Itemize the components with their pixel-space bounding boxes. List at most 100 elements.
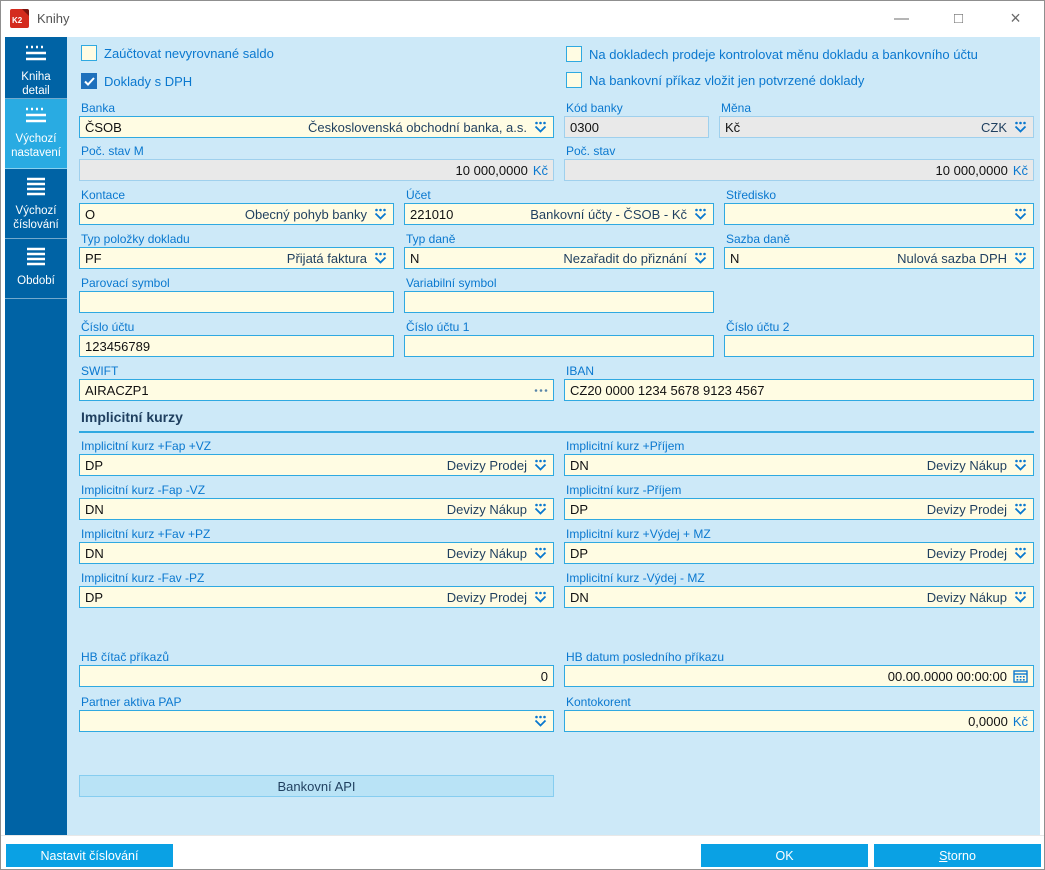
kontace-input[interactable]: O Obecný pohyb banky <box>79 203 394 225</box>
checkbox-unchecked[interactable] <box>566 46 582 62</box>
kontokorent-field-group: Kontokorent 0,0000 Kč <box>564 695 1034 732</box>
dropdown-lookup-icon[interactable] <box>533 503 548 516</box>
kurz-fap-minus-input[interactable]: DN Devizy Nákup <box>79 498 554 520</box>
field-label: Partner aktiva PAP <box>81 695 182 709</box>
field-label: Číslo účtu 1 <box>406 320 470 334</box>
kurz-fap-minus-field-group: Implicitní kurz -Fap -VZ DN Devizy Nákup <box>79 483 554 520</box>
field-label: Typ položky dokladu <box>81 232 190 246</box>
typ-dane-input[interactable]: N Nezařadit do přiznání <box>404 247 714 269</box>
kurz-vydej-minus-field-group: Implicitní kurz -Výdej - MZ DN Devizy Ná… <box>564 571 1034 608</box>
hb-datum-input[interactable]: 00.00.0000 00:00:00 <box>564 665 1034 687</box>
dropdown-lookup-icon[interactable] <box>1013 208 1028 221</box>
checkbox-potvrzene-doklady[interactable]: Na bankovní příkaz vložit jen potvrzené … <box>566 72 864 88</box>
field-label: Poč. stav <box>566 144 616 158</box>
kurz-fav-plus-input[interactable]: DN Devizy Nákup <box>79 542 554 564</box>
checkbox-unchecked[interactable] <box>81 45 97 61</box>
kontokorent-input[interactable]: 0,0000 Kč <box>564 710 1034 732</box>
dropdown-lookup-icon[interactable] <box>693 252 708 265</box>
list-detail-icon <box>21 44 51 67</box>
cislo-uctu-field-group: Číslo účtu 123456789 <box>79 320 394 357</box>
poc-stav-m-input: 10 000,0000 Kč <box>79 159 554 181</box>
typ-polozky-input[interactable]: PF Přijatá faktura <box>79 247 394 269</box>
sidebar: Kniha detail Výchozí nastavení Výchozí č… <box>5 37 67 835</box>
kurz-prijem-minus-input[interactable]: DP Devizy Prodej <box>564 498 1034 520</box>
kurz-prijem-minus-field-group: Implicitní kurz -Příjem DP Devizy Prodej <box>564 483 1034 520</box>
dropdown-lookup-icon[interactable] <box>533 121 548 134</box>
dropdown-lookup-icon[interactable] <box>1013 459 1028 472</box>
sidebar-item-label: Výchozí nastavení <box>11 133 61 159</box>
sazba-dane-input[interactable]: N Nulová sazba DPH <box>724 247 1034 269</box>
dropdown-lookup-icon[interactable] <box>1013 121 1028 134</box>
ellipsis-icon[interactable] <box>534 388 548 393</box>
field-label: Číslo účtu <box>81 320 135 334</box>
dropdown-lookup-icon[interactable] <box>1013 503 1028 516</box>
stredisko-input[interactable] <box>724 203 1034 225</box>
field-label: Variabilní symbol <box>406 276 497 290</box>
close-button[interactable]: × <box>987 1 1044 36</box>
field-label: Poč. stav M <box>81 144 144 158</box>
dropdown-lookup-icon[interactable] <box>1013 591 1028 604</box>
ok-button[interactable]: OK <box>701 844 868 867</box>
cislo-uctu-input[interactable]: 123456789 <box>79 335 394 357</box>
cislo-uctu-2-input[interactable] <box>724 335 1034 357</box>
checkbox-zauctovat-saldo[interactable]: Zaúčtovat nevyrovnané saldo <box>81 45 274 61</box>
sidebar-item-kniha-detail[interactable]: Kniha detail <box>5 37 67 99</box>
swift-input[interactable]: AIRACZP1 <box>79 379 554 401</box>
checkbox-unchecked[interactable] <box>566 72 582 88</box>
kod-banky-input: 0300 <box>564 116 709 138</box>
dropdown-lookup-icon[interactable] <box>373 208 388 221</box>
dropdown-lookup-icon[interactable] <box>693 208 708 221</box>
checkbox-checked[interactable] <box>81 73 97 89</box>
kod-banky-field-group: Kód banky 0300 <box>564 101 709 138</box>
bankovni-api-button[interactable]: Bankovní API <box>79 775 554 797</box>
checkbox-doklady-dph[interactable]: Doklady s DPH <box>81 73 192 89</box>
banka-input[interactable]: ČSOB Československá obchodní banka, a.s. <box>79 116 554 138</box>
window-body: Kniha detail Výchozí nastavení Výchozí č… <box>1 36 1044 835</box>
maximize-button[interactable]: □ <box>930 1 987 36</box>
hb-citac-input[interactable]: 0 <box>79 665 554 687</box>
field-label: Účet <box>406 188 431 202</box>
kurz-fap-plus-field-group: Implicitní kurz +Fap +VZ DP Devizy Prode… <box>79 439 554 476</box>
typ-dane-field-group: Typ daně N Nezařadit do přiznání <box>404 232 714 269</box>
ucet-field-group: Účet 221010 Bankovní účty - ČSOB - Kč <box>404 188 714 225</box>
menu-lines-icon <box>21 176 51 201</box>
dropdown-lookup-icon[interactable] <box>533 715 548 728</box>
sidebar-item-obdobi[interactable]: Období <box>5 239 67 299</box>
dropdown-lookup-icon[interactable] <box>373 252 388 265</box>
dropdown-lookup-icon[interactable] <box>533 547 548 560</box>
field-label: Implicitní kurz -Příjem <box>566 483 682 497</box>
minimize-button[interactable]: — <box>873 1 930 36</box>
dropdown-lookup-icon[interactable] <box>1013 252 1028 265</box>
kurz-fap-plus-input[interactable]: DP Devizy Prodej <box>79 454 554 476</box>
kurz-fav-minus-input[interactable]: DP Devizy Prodej <box>79 586 554 608</box>
parovaci-symbol-field-group: Parovací symbol <box>79 276 394 313</box>
kurz-prijem-plus-input[interactable]: DN Devizy Nákup <box>564 454 1034 476</box>
list-detail-icon <box>21 106 51 129</box>
checkbox-kontrola-meny[interactable]: Na dokladech prodeje kontrolovat měnu do… <box>566 46 978 62</box>
dropdown-lookup-icon[interactable] <box>533 591 548 604</box>
partner-pap-field-group: Partner aktiva PAP <box>79 695 554 732</box>
calendar-icon[interactable] <box>1013 669 1028 683</box>
nastavit-cislovani-button[interactable]: Nastavit číslování <box>6 844 173 867</box>
iban-input[interactable]: CZ20 0000 1234 5678 9123 4567 <box>564 379 1034 401</box>
dropdown-lookup-icon[interactable] <box>533 459 548 472</box>
variabilni-symbol-input[interactable] <box>404 291 714 313</box>
sidebar-item-vychozi-nastaveni[interactable]: Výchozí nastavení <box>5 99 67 169</box>
sidebar-item-vychozi-cislovani[interactable]: Výchozí číslování <box>5 169 67 239</box>
parovaci-symbol-input[interactable] <box>79 291 394 313</box>
banka-field-group: Banka ČSOB Československá obchodní banka… <box>79 101 554 138</box>
kurz-vydej-minus-input[interactable]: DN Devizy Nákup <box>564 586 1034 608</box>
cislo-uctu-1-input[interactable] <box>404 335 714 357</box>
field-label: IBAN <box>566 364 595 378</box>
kurz-vydej-plus-input[interactable]: DP Devizy Prodej <box>564 542 1034 564</box>
sidebar-filler <box>5 299 67 835</box>
partner-pap-input[interactable] <box>79 710 554 732</box>
dropdown-lookup-icon[interactable] <box>1013 547 1028 560</box>
storno-button[interactable]: Storno <box>874 844 1041 867</box>
ucet-input[interactable]: 221010 Bankovní účty - ČSOB - Kč <box>404 203 714 225</box>
cislo-uctu-2-field-group: Číslo účtu 2 <box>724 320 1034 357</box>
field-label: Implicitní kurz +Příjem <box>566 439 685 453</box>
app-window: K2 Knihy — □ × Kniha detail Výchozí nast… <box>0 0 1045 870</box>
sidebar-item-label: Výchozí číslování <box>13 205 59 231</box>
field-label: HB datum posledního příkazu <box>566 650 725 664</box>
